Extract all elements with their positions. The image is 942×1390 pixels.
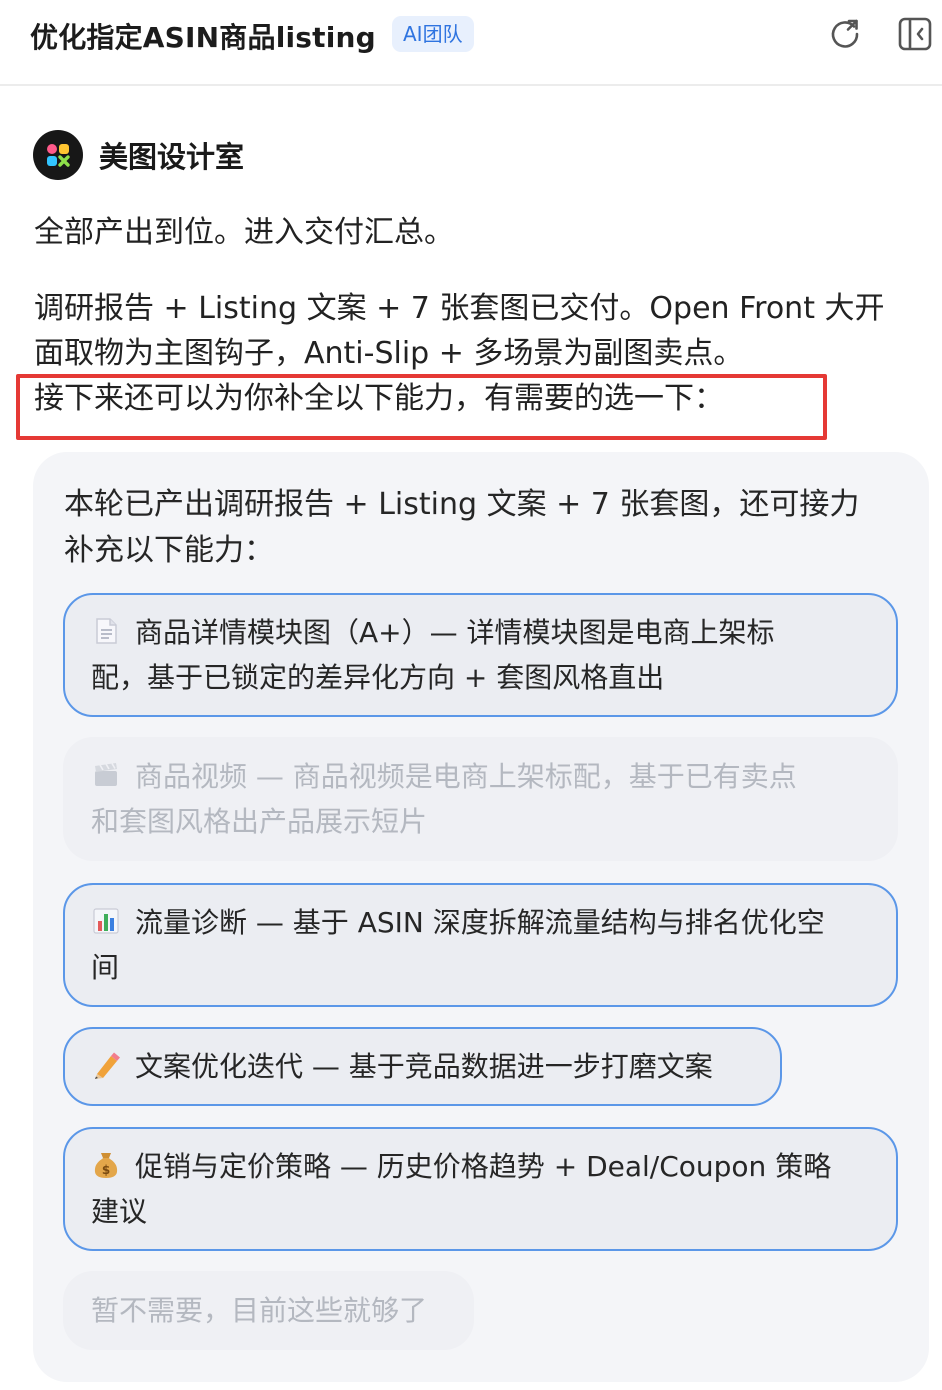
message-line: 面取物为主图钩子，Anti-Slip + 多场景为副图卖点。 bbox=[34, 336, 744, 371]
panel-intro: 补充以下能力： bbox=[64, 533, 274, 568]
option-label: 促销与定价策略 — 历史价格趋势 + Deal/Coupon 策略 bbox=[135, 1150, 832, 1183]
collapse-panel-icon[interactable] bbox=[897, 16, 933, 52]
option-label: 文案优化迭代 — 基于竞品数据进一步打磨文案 bbox=[135, 1050, 713, 1083]
option-label: 建议 bbox=[91, 1195, 148, 1228]
option-label: 商品视频 — 商品视频是电商上架标配，基于已有卖点 bbox=[135, 760, 797, 793]
clapperboard-icon bbox=[91, 758, 121, 788]
option-label: 和套图风格出产品展示短片 bbox=[91, 805, 428, 838]
option-label: 流量诊断 — 基于 ASIN 深度拆解流量结构与排名优化空 bbox=[135, 906, 825, 939]
document-icon bbox=[91, 614, 121, 644]
svg-text:$: $ bbox=[102, 1163, 110, 1177]
option-product-video: 商品视频 — 商品视频是电商上架标配，基于已有卖点 和套图风格出产品展示短片 bbox=[63, 737, 898, 861]
bar-chart-icon bbox=[91, 904, 121, 934]
meitu-logo-icon bbox=[33, 130, 83, 180]
option-traffic-diagnosis[interactable]: 流量诊断 — 基于 ASIN 深度拆解流量结构与排名优化空 间 bbox=[63, 883, 898, 1007]
message-line: 全部产出到位。进入交付汇总。 bbox=[34, 215, 454, 250]
option-pricing-strategy[interactable]: $ 促销与定价策略 — 历史价格趋势 + Deal/Coupon 策略 建议 bbox=[63, 1127, 898, 1251]
highlight-annotation-box bbox=[16, 374, 827, 440]
option-label: 商品详情模块图（A+）— 详情模块图是电商上架标 bbox=[135, 616, 775, 649]
refresh-icon[interactable] bbox=[827, 16, 863, 52]
option-copy-optimization[interactable]: 文案优化迭代 — 基于竞品数据进一步打磨文案 bbox=[63, 1027, 782, 1106]
ai-team-badge[interactable]: AI团队 bbox=[392, 16, 474, 52]
option-no-thanks[interactable]: 暂不需要，目前这些就够了 bbox=[63, 1271, 474, 1350]
agent-header: 美图设计室 bbox=[33, 129, 244, 181]
panel-intro: 本轮已产出调研报告 + Listing 文案 + 7 张套图，还可接力 bbox=[64, 487, 860, 522]
option-label: 暂不需要，目前这些就够了 bbox=[91, 1294, 428, 1327]
money-bag-icon: $ bbox=[91, 1148, 121, 1178]
option-label: 间 bbox=[91, 951, 120, 984]
pencil-icon bbox=[91, 1048, 121, 1079]
option-a-plus-module[interactable]: 商品详情模块图（A+）— 详情模块图是电商上架标 配，基于已锁定的差异化方向 +… bbox=[63, 593, 898, 717]
agent-name: 美图设计室 bbox=[99, 140, 245, 174]
option-label: 配，基于已锁定的差异化方向 + 套图风格直出 bbox=[91, 661, 665, 694]
top-bar: 优化指定ASIN商品listing AI团队 bbox=[0, 0, 942, 86]
message-line: 调研报告 + Listing 文案 + 7 张套图已交付。Open Front … bbox=[34, 291, 885, 326]
page-title: 优化指定ASIN商品listing bbox=[30, 21, 376, 54]
